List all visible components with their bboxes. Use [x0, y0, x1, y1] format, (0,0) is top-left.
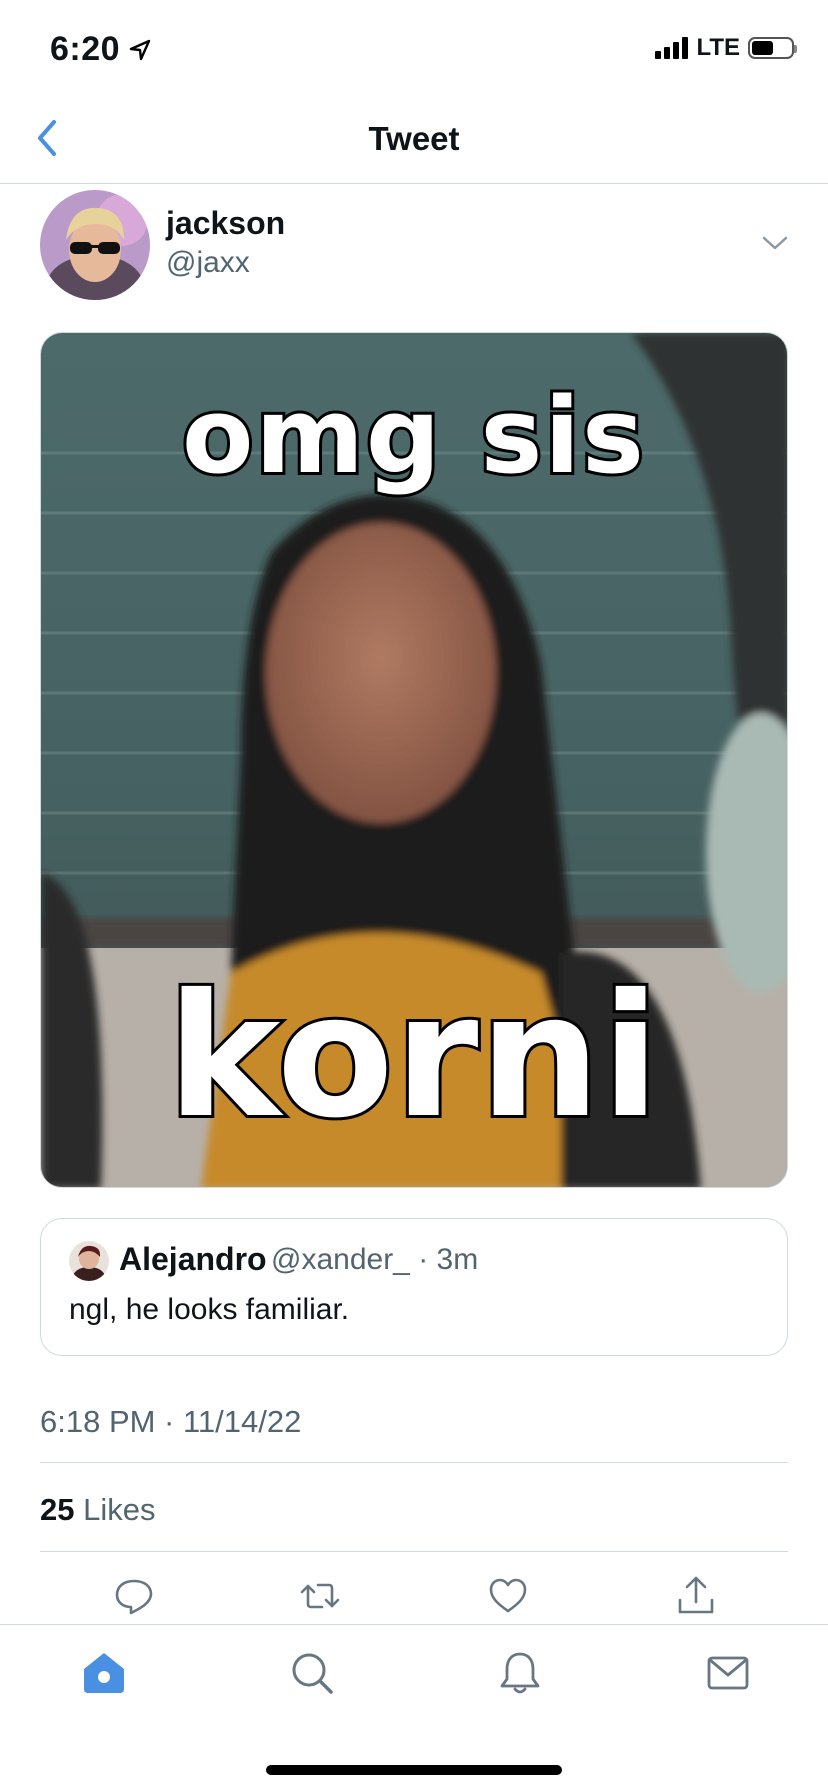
tab-messages[interactable]	[704, 1649, 752, 1697]
quoted-author-avatar	[69, 1241, 109, 1281]
status-time-text: 6:20	[50, 30, 121, 68]
battery-icon	[748, 37, 797, 59]
tab-home[interactable]	[80, 1649, 128, 1697]
notifications-icon	[500, 1652, 540, 1694]
home-icon	[84, 1653, 124, 1693]
tweet-media-image[interactable]: omg sis korni	[40, 332, 788, 1188]
signal-icon	[655, 37, 689, 59]
status-bar-time: 6:20	[50, 30, 152, 69]
share-button[interactable]	[674, 1574, 718, 1618]
network-type: LTE	[696, 34, 740, 61]
location-arrow-icon	[128, 38, 152, 62]
tab-search[interactable]	[288, 1649, 336, 1697]
author-handle[interactable]: @jaxx	[166, 246, 250, 280]
divider	[40, 1551, 788, 1552]
author-avatar[interactable]	[40, 190, 150, 300]
tab-notifications[interactable]	[496, 1649, 544, 1697]
page-title: Tweet	[368, 120, 460, 157]
tab-bar-divider	[0, 1624, 828, 1625]
status-bar-indicators: LTE	[655, 34, 797, 62]
author-name[interactable]: jackson	[166, 205, 285, 242]
quoted-author-handle: @xander_ · 3m	[271, 1243, 479, 1276]
quoted-author-name: Alejandro	[119, 1241, 267, 1277]
retweet-icon	[300, 1583, 340, 1609]
quoted-tweet-text: ngl, he looks familiar.	[69, 1293, 350, 1326]
tweet-options-button[interactable]	[760, 232, 790, 254]
meme-caption-top: omg sis	[179, 372, 647, 500]
home-indicator[interactable]	[266, 1765, 562, 1775]
tweet-timestamp: 6:18 PM · 11/14/22	[40, 1404, 302, 1439]
reply-button[interactable]	[112, 1574, 156, 1618]
likes-count: 25	[40, 1492, 75, 1527]
likes-stat[interactable]: 25 Likes	[40, 1492, 155, 1528]
search-icon	[292, 1653, 333, 1694]
messages-icon	[707, 1656, 749, 1690]
like-icon	[489, 1578, 527, 1613]
likes-label: Likes	[83, 1492, 156, 1527]
share-icon	[678, 1576, 714, 1614]
like-button[interactable]	[486, 1574, 530, 1618]
reply-icon	[115, 1579, 153, 1615]
header-divider	[0, 183, 828, 184]
quoted-tweet-card[interactable]: Alejandro @xander_ · 3m ngl, he looks fa…	[40, 1218, 788, 1356]
retweet-button[interactable]	[298, 1574, 342, 1618]
divider	[40, 1462, 788, 1463]
chevron-down-icon	[762, 236, 788, 250]
meme-caption-bottom: korni	[164, 955, 662, 1159]
